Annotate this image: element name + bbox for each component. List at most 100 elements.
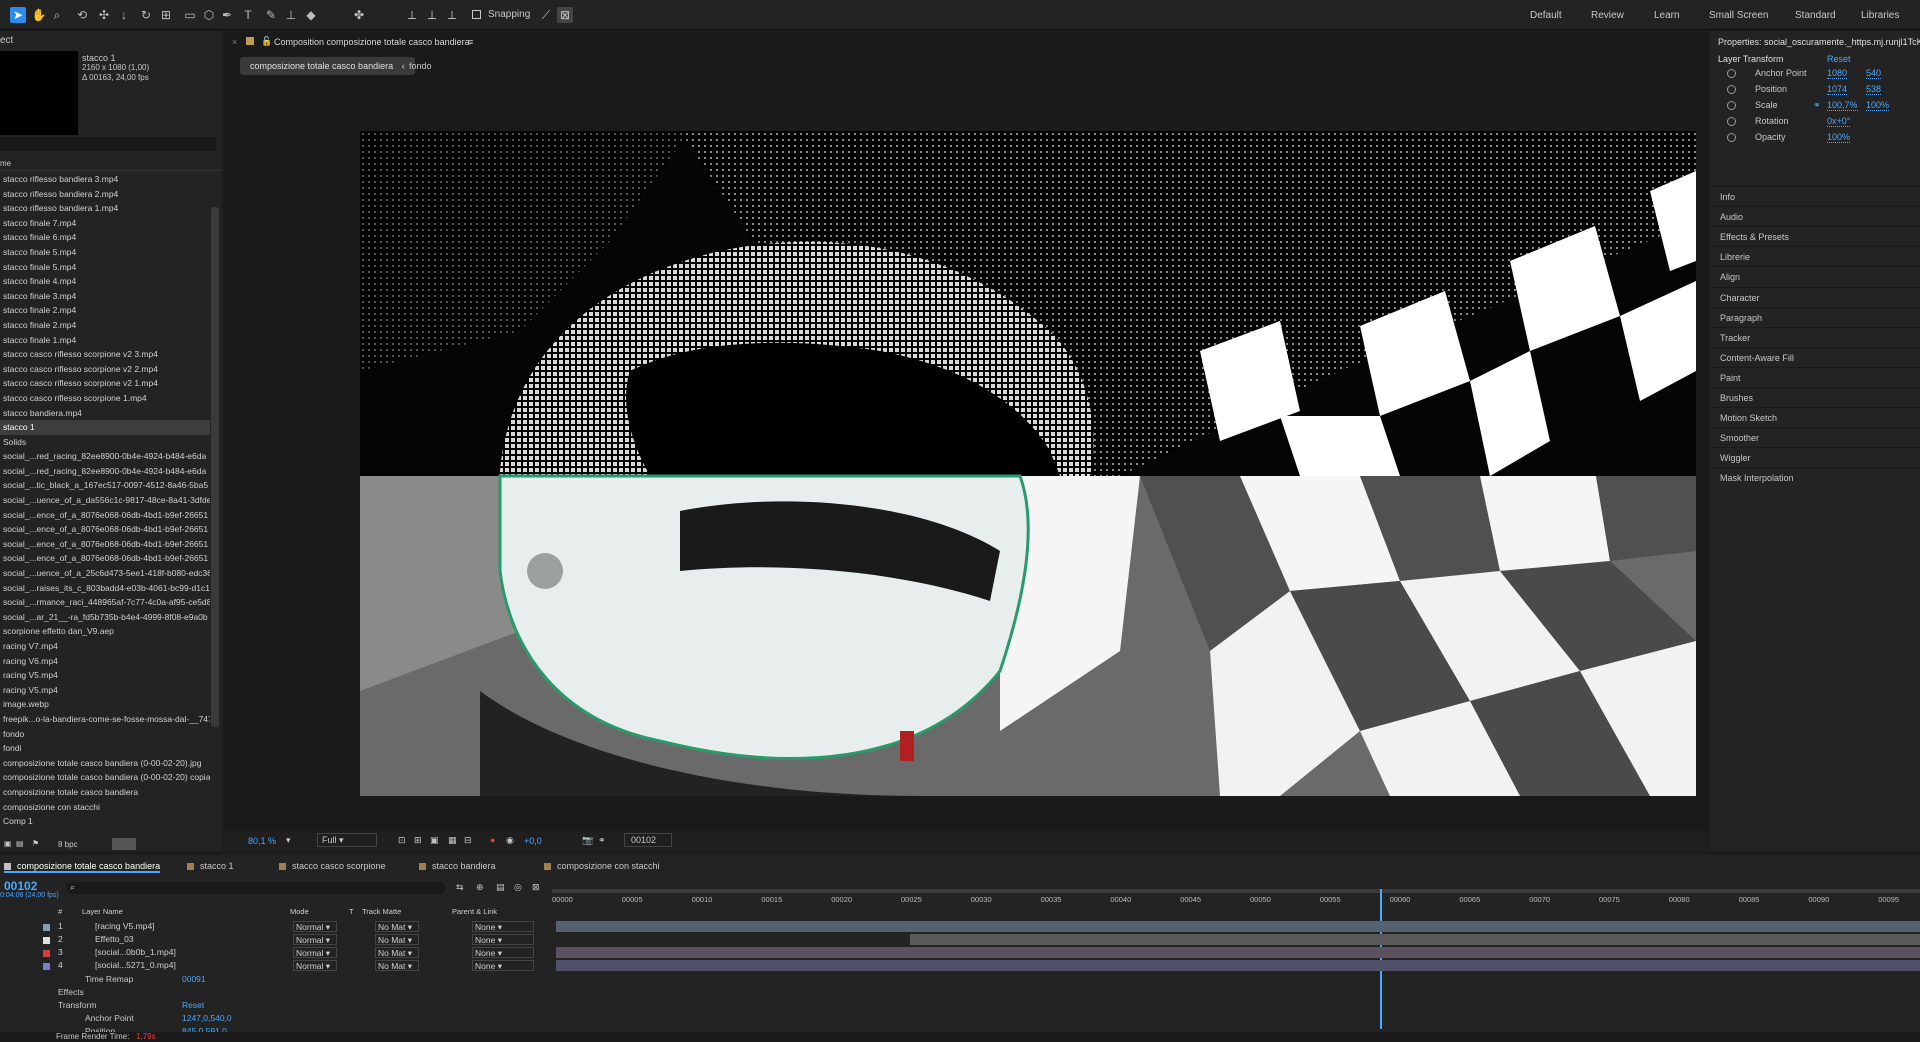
project-item[interactable]: social_...ence_of_a_8076e068-06db-4bd1-b… [0,508,210,523]
project-item[interactable]: fondo [0,727,210,742]
work-area-bar[interactable] [552,889,1920,893]
project-item[interactable]: racing V5.mp4 [0,668,210,683]
project-item[interactable]: stacco bandiera.mp4 [0,406,210,421]
panel-audio[interactable]: Audio [1710,206,1920,226]
layer-bar[interactable] [556,921,1920,932]
stopwatch-icon[interactable] [1727,133,1736,142]
time-remap-value[interactable]: 00091 [182,974,206,984]
zoom-tool-icon[interactable]: ⌕ [49,7,65,23]
color-management-icon[interactable]: ● [490,835,495,845]
stopwatch-icon[interactable] [1727,85,1736,94]
workspace-standard[interactable]: Standard [1795,10,1836,21]
transform-property-value-2[interactable]: 540 [1866,68,1882,79]
transform-property-value-2[interactable]: 100% [1866,100,1890,111]
resolution-select[interactable]: Full ▾ [317,833,377,847]
project-item[interactable]: stacco finale 7.mp4 [0,216,210,231]
timeline-tab[interactable]: stacco casco scorpione [279,861,386,871]
project-item[interactable]: racing V5.mp4 [0,683,210,698]
snapping-checkbox[interactable] [472,10,481,19]
workspace-default[interactable]: Default [1530,10,1562,21]
rotation-tool-icon[interactable]: ↻ [138,7,154,23]
graph-editor-icon[interactable]: ⊠ [532,882,540,893]
project-item[interactable]: social_...tic_black_a_167ec517-0097-4512… [0,478,210,493]
panel-librerie[interactable]: Librerie [1710,246,1920,266]
layer-row[interactable]: 2 Effetto_03 Normal ▾ No Mat ▾ None ▾ [0,934,552,947]
stopwatch-icon[interactable] [1727,117,1736,126]
project-item[interactable]: freepik...o-la-bandiera-come-se-fosse-mo… [0,712,210,727]
project-item[interactable]: social_...ar_21__-ra_fd5b735b-b4e4-4999-… [0,610,210,625]
project-item[interactable]: stacco finale 2.mp4 [0,318,210,333]
project-item[interactable]: stacco finale 1.mp4 [0,333,210,348]
project-item[interactable]: stacco finale 6.mp4 [0,230,210,245]
transform-property-value[interactable]: 0x+0° [1827,116,1851,127]
timeline-tab[interactable]: composizione con stacchi [544,861,660,871]
project-item[interactable]: composizione totale casco bandiera (0-00… [0,770,210,785]
bpc-button[interactable]: 8 bpc [58,840,78,849]
label-color-swatch[interactable] [43,924,50,931]
project-item[interactable]: stacco casco riflesso scorpione 1.mp4 [0,391,210,406]
brush-tool-icon[interactable]: ✎ [263,7,279,23]
hand-tool-icon[interactable]: ✋ [31,7,47,23]
pan-camera-icon[interactable]: ✣ [96,7,112,23]
project-scrollbar[interactable] [211,207,219,727]
snap-options-icon[interactable]: ⟋ [538,7,554,23]
region-of-interest-icon[interactable]: ⊡ [398,835,406,846]
panel-align[interactable]: Align [1710,266,1920,286]
world-axis-icon[interactable]: ⟂ [424,7,440,23]
panel-paint[interactable]: Paint [1710,366,1920,387]
transform-property-value[interactable]: 1080 [1827,68,1848,79]
project-item[interactable]: stacco riflesso bandiera 3.mp4 [0,172,210,187]
panel-info[interactable]: Info [1710,186,1920,206]
orbit-camera-icon[interactable]: ⟲ [74,7,90,23]
project-item[interactable]: social_...red_racing_82ee8900-0b4e-4924-… [0,449,210,464]
clone-stamp-tool-icon[interactable]: ⊥ [283,7,299,23]
workspace-learn[interactable]: Learn [1654,10,1680,21]
panel-menu-icon[interactable]: ≡ [468,37,473,47]
track-matte-select[interactable]: No Mat ▾ [375,921,419,932]
parent-select[interactable]: None ▾ [472,921,534,932]
project-item[interactable]: stacco riflesso bandiera 2.mp4 [0,187,210,202]
project-item[interactable]: social_...rmance_raci_448965af-7c77-4c0a… [0,595,210,610]
transform-property-value[interactable]: 1074 [1827,84,1848,95]
workspace-review[interactable]: Review [1591,10,1624,21]
project-item[interactable]: stacco finale 5.mp4 [0,260,210,275]
lock-icon[interactable]: 🔓 [261,36,272,47]
grid-guides-icon[interactable]: ▦ [448,835,457,846]
workspace-small-screen[interactable]: Small Screen [1709,10,1768,21]
local-axis-icon[interactable]: ⟂ [404,7,420,23]
parent-select[interactable]: None ▾ [472,947,534,958]
project-item[interactable]: image.webp [0,697,210,712]
project-item[interactable]: social_...ence_of_a_8076e068-06db-4bd1-b… [0,522,210,537]
project-item[interactable]: Comp 1 [0,814,210,829]
layer-bar[interactable] [910,934,1920,945]
track-matte-select[interactable]: No Mat ▾ [375,960,419,971]
current-time-indicator[interactable] [1380,889,1382,1029]
panel-mask-interpolation[interactable]: Mask Interpolation [1710,467,1920,487]
timeline-timecode[interactable]: 00102 [4,879,37,893]
breadcrumb-next[interactable]: fondo [409,61,432,71]
current-frame-field[interactable]: 00102 [624,833,672,847]
interpret-footage-icon[interactable]: ▣ [4,839,12,848]
layer-name[interactable]: [social...0b0b_1.mp4] [95,947,176,957]
composition-canvas[interactable] [360,131,1696,796]
rectangle-tool-icon[interactable]: ▭ [182,7,198,23]
project-item[interactable]: composizione totale casco bandiera (0-00… [0,756,210,771]
label-color-swatch[interactable] [43,963,50,970]
transparency-grid-icon[interactable]: ⊞ [414,835,422,846]
comp-mini-flowchart-icon[interactable]: ⇆ [456,882,464,893]
reset-exposure-icon[interactable]: ◉ [506,835,514,846]
timeline-tab[interactable]: stacco 1 [187,861,234,871]
channels-icon[interactable]: ⊟ [464,835,472,846]
layer-name-column-header[interactable]: Layer Name [82,907,123,916]
zoom-dropdown-icon[interactable]: ▾ [286,835,291,846]
blend-mode-select[interactable]: Normal ▾ [293,947,337,958]
layer-name[interactable]: [racing V5.mp4] [95,921,155,931]
name-column-header[interactable]: me [0,159,11,168]
project-item[interactable]: social_...red_racing_82ee8900-0b4e-4924-… [0,464,210,479]
project-item[interactable]: stacco casco riflesso scorpione v2 3.mp4 [0,347,210,362]
new-folder-icon[interactable]: ▤ [16,839,24,848]
timeline-tab[interactable]: stacco bandiera [419,861,496,871]
project-item[interactable]: stacco riflesso bandiera 1.mp4 [0,201,210,216]
type-tool-icon[interactable]: T [240,7,256,23]
shy-layers-icon[interactable]: ▤ [496,882,505,893]
